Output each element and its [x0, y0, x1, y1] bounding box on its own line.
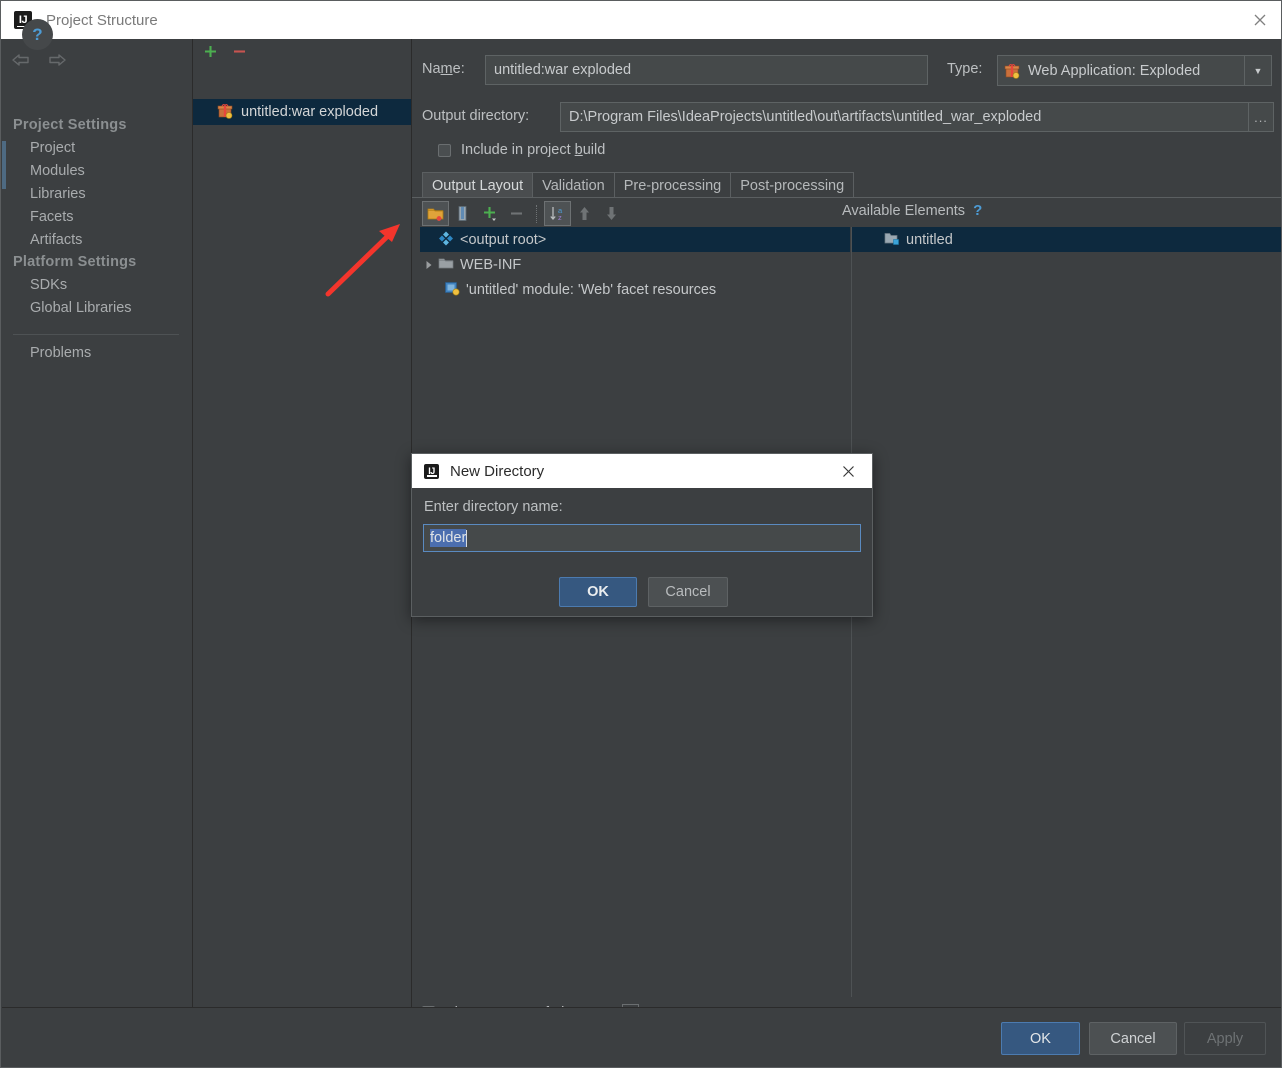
module-folder-icon: [884, 230, 900, 250]
output-directory-label: Output directory:: [422, 108, 530, 124]
text-caret: [466, 529, 468, 547]
intellij-logo-icon: IJ: [424, 463, 439, 479]
artifact-tabs: Output Layout Validation Pre-processing …: [422, 172, 855, 198]
tab-post-processing[interactable]: Post-processing: [730, 172, 855, 198]
sidebar-item-facets[interactable]: Facets: [30, 209, 74, 225]
available-elements-tree: untitled: [851, 227, 1281, 997]
apply-button: Apply: [1184, 1022, 1266, 1055]
new-directory-cancel-button[interactable]: Cancel: [648, 577, 728, 607]
folder-icon: [438, 255, 454, 275]
tree-row-web-inf[interactable]: WEB-INF: [420, 252, 850, 277]
settings-sidebar: Project Settings Platform Settings Proje…: [2, 39, 193, 1007]
tree-row-label: 'untitled' module: 'Web' facet resources: [466, 281, 717, 298]
move-up-icon: [571, 201, 598, 226]
chevron-down-icon[interactable]: ▼: [1244, 56, 1271, 85]
directory-name-input[interactable]: folder: [423, 524, 861, 552]
close-icon[interactable]: [832, 454, 864, 488]
sidebar-item-artifacts[interactable]: Artifacts: [30, 232, 82, 248]
sidebar-item-project[interactable]: Project: [30, 140, 75, 156]
browse-button[interactable]: ...: [1248, 102, 1274, 132]
close-icon[interactable]: [1237, 1, 1281, 39]
directory-name-value: folder: [430, 529, 467, 547]
include-in-project-build-row: Include in project build: [438, 142, 605, 158]
arrow-right-icon[interactable]: [46, 51, 68, 69]
tabs-underline: [412, 197, 1281, 198]
name-label: Name:: [422, 61, 465, 77]
available-elements-header: Available Elements ?: [842, 202, 982, 219]
sort-alphabetically-icon[interactable]: a z: [544, 201, 571, 226]
tab-output-layout[interactable]: Output Layout: [422, 172, 534, 198]
available-elements-label: Available Elements: [842, 202, 966, 219]
remove-icon: [503, 201, 530, 226]
cancel-button[interactable]: Cancel: [1089, 1022, 1177, 1055]
plus-icon[interactable]: [203, 44, 218, 62]
tree-row-untitled-module[interactable]: untitled: [852, 227, 1281, 252]
sidebar-nav-arrows: [10, 51, 68, 69]
module-facet-icon: [444, 280, 460, 300]
ok-button[interactable]: OK: [1001, 1022, 1080, 1055]
sidebar-group-project-settings: Project Settings: [13, 117, 127, 133]
chevron-right-icon[interactable]: [420, 260, 438, 270]
artifacts-list: untitled:war exploded: [193, 67, 411, 1007]
tree-row-module-facet-resources[interactable]: 'untitled' module: 'Web' facet resources: [420, 277, 850, 302]
sidebar-item-sdks[interactable]: SDKs: [30, 277, 67, 293]
sidebar-scrollbar[interactable]: [2, 141, 6, 189]
project-structure-window: IJ Project Structure Project Settings Pl…: [0, 0, 1282, 1068]
type-dropdown[interactable]: Web Application: Exploded ▼: [997, 55, 1272, 86]
directory-name-prompt: Enter directory name:: [424, 499, 563, 515]
help-button[interactable]: ?: [22, 19, 53, 50]
tab-validation[interactable]: Validation: [532, 172, 615, 198]
tab-pre-processing[interactable]: Pre-processing: [613, 172, 732, 198]
svg-text:z: z: [558, 213, 562, 222]
sidebar-item-global-libraries[interactable]: Global Libraries: [30, 300, 132, 316]
new-directory-ok-button[interactable]: OK: [559, 577, 637, 607]
artifacts-toolbar: [193, 39, 421, 67]
type-value: Web Application: Exploded: [1028, 62, 1201, 79]
add-copy-of-icon[interactable]: [476, 201, 503, 226]
artifact-war-icon: [1004, 63, 1020, 79]
artifact-name: untitled:war exploded: [241, 104, 379, 120]
move-down-icon: [598, 201, 625, 226]
help-question-icon[interactable]: ?: [973, 202, 982, 219]
sidebar-item-libraries[interactable]: Libraries: [30, 186, 86, 202]
sidebar-divider: [13, 334, 179, 335]
create-archive-icon[interactable]: [449, 201, 476, 226]
new-directory-title: New Directory: [450, 462, 545, 480]
type-label: Type:: [947, 61, 983, 77]
sidebar-item-problems[interactable]: Problems: [30, 345, 91, 361]
arrow-left-icon[interactable]: [10, 51, 32, 69]
name-input[interactable]: [485, 55, 928, 85]
output-root-icon: [438, 230, 454, 250]
tree-row-label: <output root>: [460, 231, 547, 248]
list-item[interactable]: untitled:war exploded: [193, 99, 411, 125]
tree-row-label: WEB-INF: [460, 256, 522, 273]
artifacts-list-panel: untitled:war exploded: [193, 39, 412, 1007]
window-titlebar: IJ Project Structure: [1, 1, 1281, 39]
include-in-project-build-label: Include in project build: [461, 142, 606, 158]
tree-row-output-root[interactable]: <output root>: [420, 227, 850, 252]
new-directory-dialog: IJ New Directory Enter directory name: f…: [411, 453, 873, 617]
window-title: Project Structure: [46, 11, 158, 29]
output-directory-input[interactable]: [560, 102, 1249, 132]
include-in-project-build-checkbox[interactable]: [438, 143, 451, 157]
artifact-war-icon: [217, 103, 233, 122]
sidebar-group-platform-settings: Platform Settings: [13, 254, 137, 270]
tree-row-label: untitled: [906, 231, 953, 248]
new-directory-titlebar: IJ New Directory: [412, 454, 872, 488]
sidebar-item-modules[interactable]: Modules: [30, 163, 85, 179]
minus-icon[interactable]: [232, 44, 247, 62]
toolbar-separator: [536, 204, 538, 223]
create-directory-icon[interactable]: [422, 201, 449, 226]
